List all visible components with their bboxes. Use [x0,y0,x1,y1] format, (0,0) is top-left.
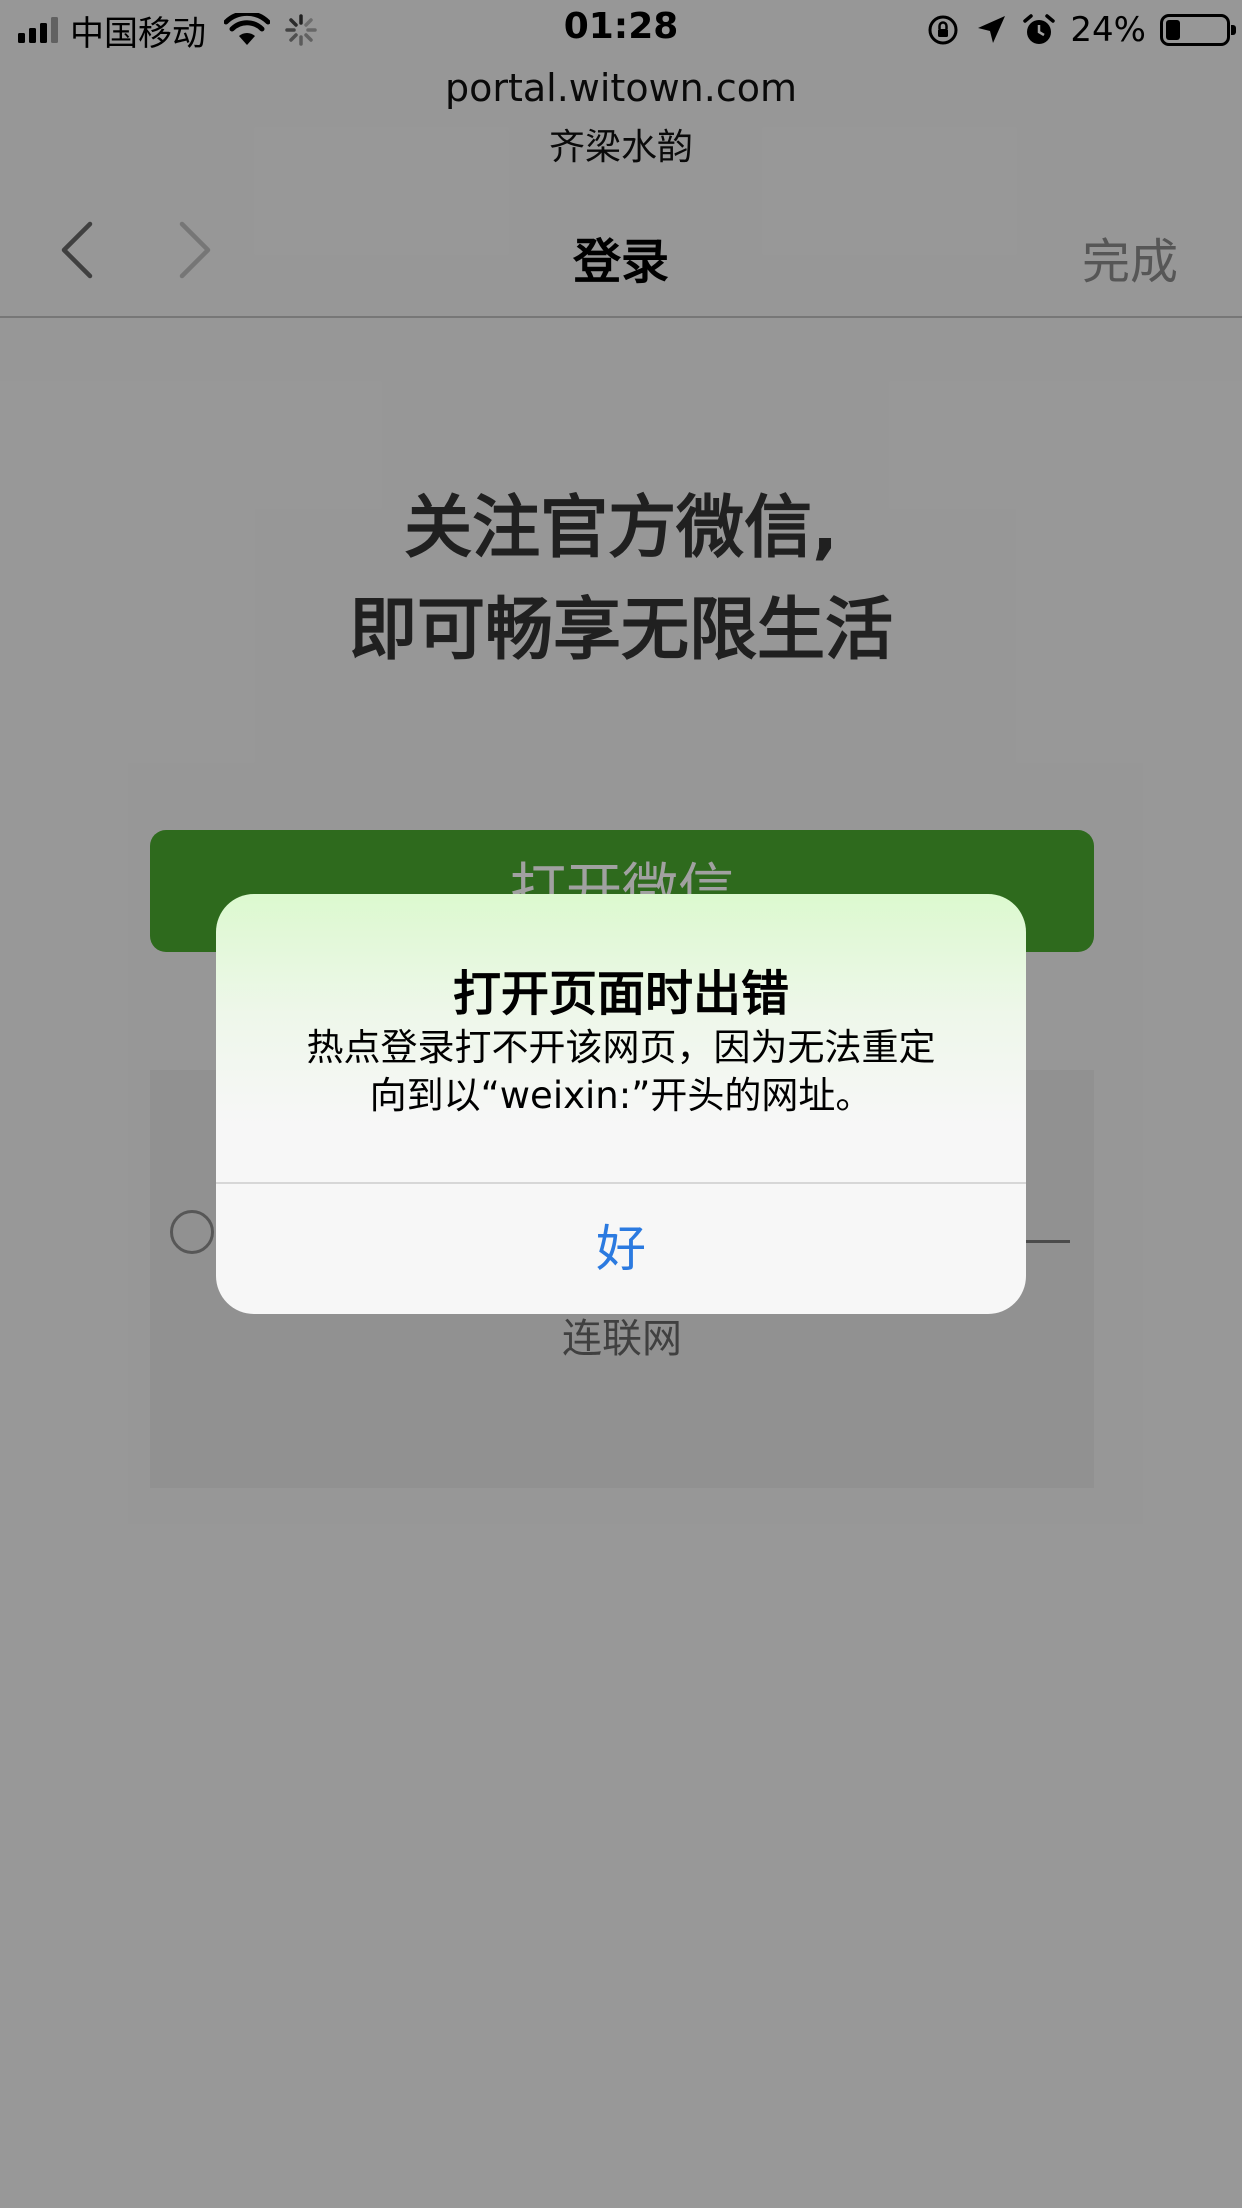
alert-message: 热点登录打不开该网页，因为无法重定 向到以“weixin:”开头的网址。 [256,1024,986,1120]
alert-title: 打开页面时出错 [452,966,789,1022]
alert-ok-button[interactable]: 好 [216,1184,1026,1314]
error-alert-dialog: 打开页面时出错 热点登录打不开该网页，因为无法重定 向到以“weixin:”开头… [216,894,1026,1314]
alert-message-line-1: 热点登录打不开该网页，因为无法重定 [306,1026,936,1069]
alert-message-line-2: 向到以“weixin:”开头的网址。 [369,1074,873,1117]
